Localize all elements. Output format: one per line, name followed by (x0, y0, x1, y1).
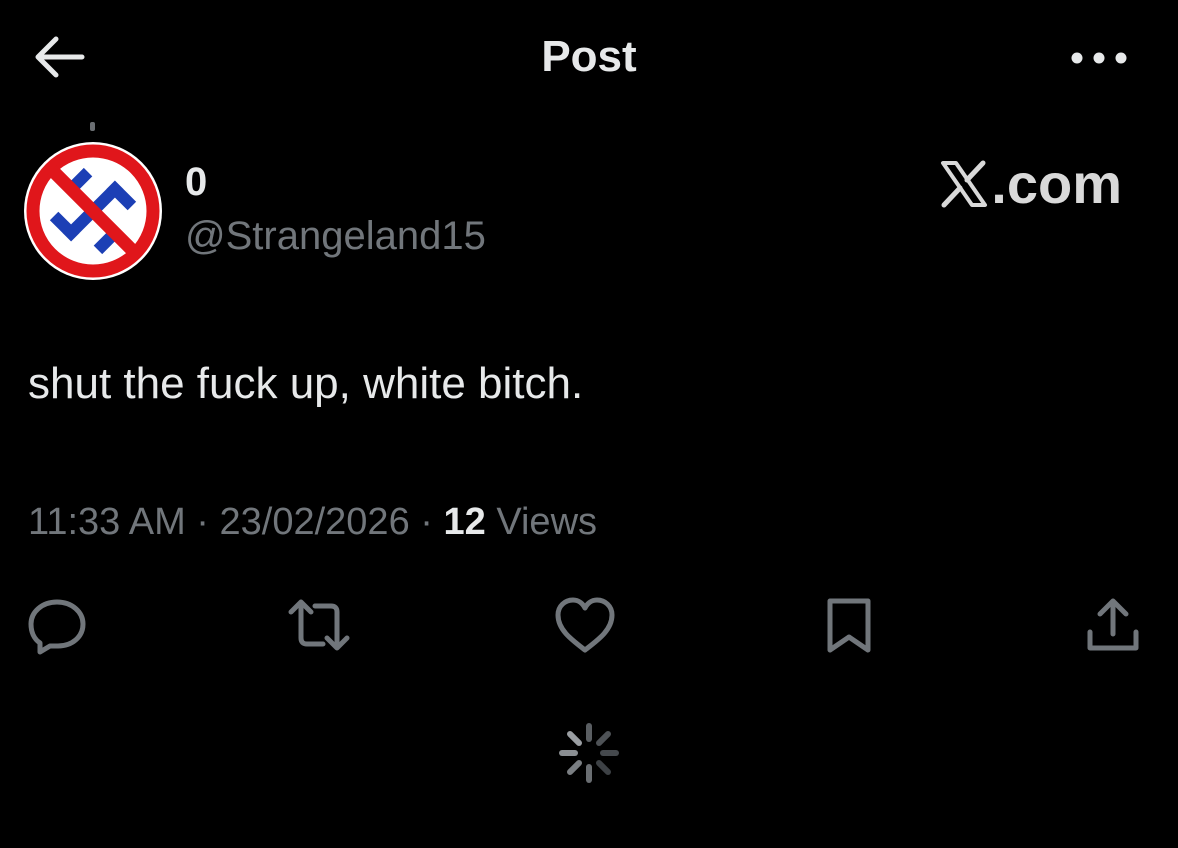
post-date[interactable]: 23/02/2026 (220, 501, 410, 543)
x-logo-icon (941, 160, 988, 208)
views-count: 12 (443, 501, 486, 543)
reply-button[interactable] (22, 590, 92, 660)
back-button[interactable] (28, 30, 88, 84)
comment-icon (28, 599, 86, 655)
heart-icon (555, 597, 615, 653)
bookmark-icon (827, 598, 871, 653)
x-com-watermark: .com (939, 152, 1122, 216)
action-bar (0, 590, 1178, 660)
more-options-button[interactable] (1064, 38, 1134, 78)
avatar[interactable] (24, 142, 162, 280)
repost-icon (288, 599, 350, 651)
watermark-text: .com (991, 152, 1122, 215)
author-handle[interactable]: @Strangeland15 (185, 212, 486, 260)
meta-separator: · (420, 501, 433, 543)
post-metadata: 11:33 AM · 23/02/2026 · 12 Views (28, 498, 597, 546)
top-bar: Post (0, 0, 1178, 115)
like-button[interactable] (550, 590, 620, 660)
bookmark-button[interactable] (814, 590, 884, 660)
author-display-name[interactable]: 0 (185, 158, 207, 206)
more-horizontal-icon (1071, 52, 1127, 64)
post-time[interactable]: 11:33 AM (28, 501, 186, 543)
loading-spinner-icon (559, 723, 619, 783)
anti-swastika-prohibition-avatar (24, 142, 162, 280)
repost-button[interactable] (284, 590, 354, 660)
post-text: shut the fuck up, white bitch. (28, 359, 584, 408)
decorative-dot (90, 122, 95, 131)
page-title: Post (541, 32, 637, 81)
share-button[interactable] (1078, 590, 1148, 660)
meta-separator: · (196, 501, 209, 543)
arrow-left-icon (35, 36, 85, 78)
share-icon (1087, 598, 1139, 651)
views-label: Views (496, 501, 598, 543)
